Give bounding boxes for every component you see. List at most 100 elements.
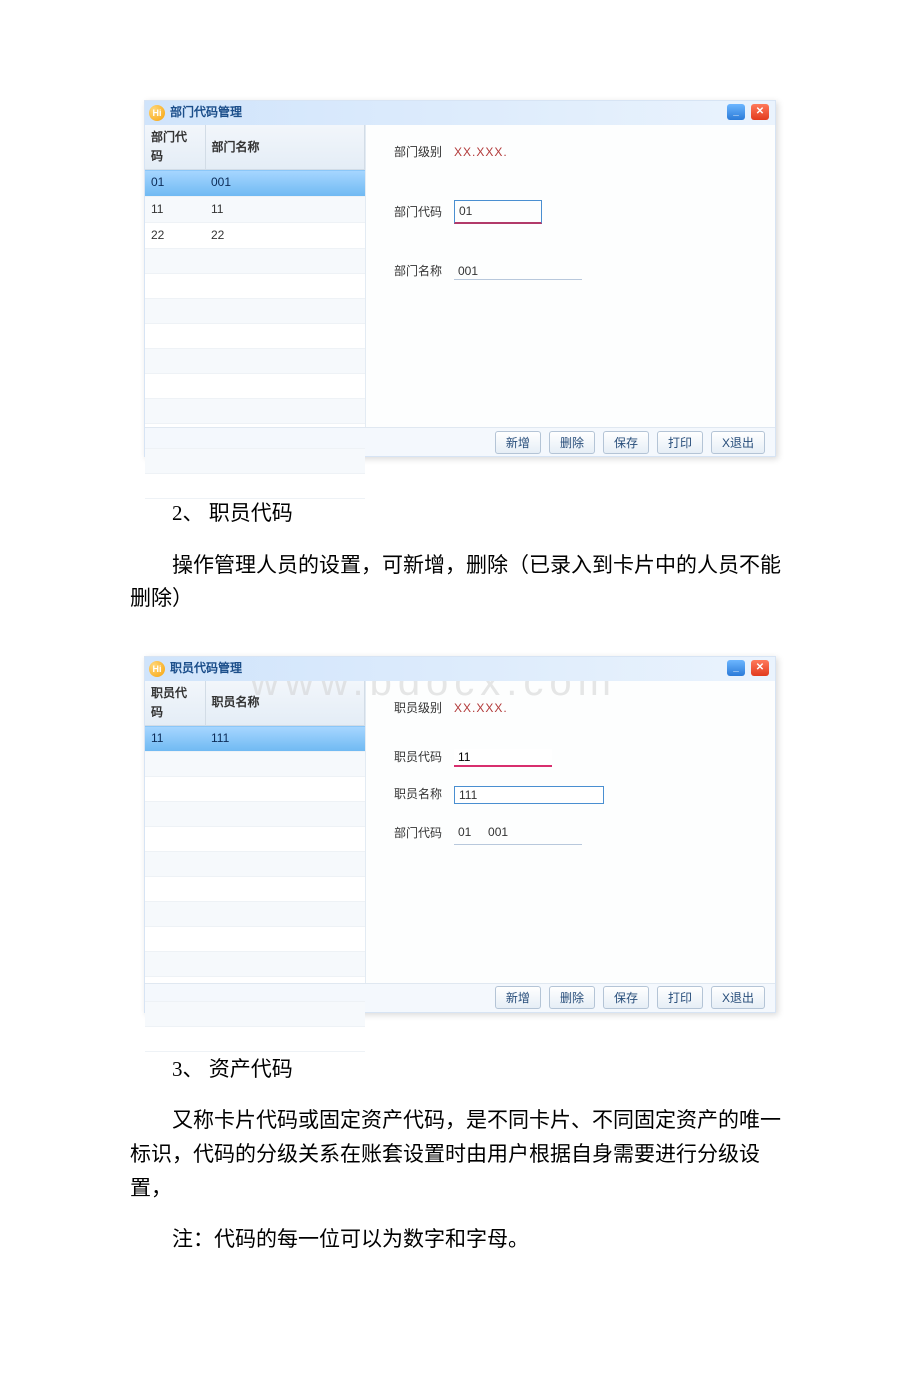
table-row[interactable] [145, 927, 365, 952]
cell-code [145, 1027, 205, 1052]
cell-name [205, 952, 365, 977]
cell-code [145, 373, 205, 398]
section-para-3: 又称卡片代码或固定资产代码，是不同卡片、不同固定资产的唯一标识，代码的分级关系在… [130, 1104, 790, 1205]
table-row[interactable] [145, 852, 365, 877]
titlebar: Hi 职员代码管理 _ ✕ [145, 657, 775, 681]
cell-name [205, 473, 365, 498]
col-code-header: 职员代码 [145, 681, 205, 726]
dept-level-label: 部门级别 [394, 143, 454, 162]
dept-name-label: 部门名称 [394, 262, 454, 281]
cell-name: 001 [205, 170, 365, 196]
cell-code [145, 298, 205, 323]
cell-name [205, 348, 365, 373]
cell-code [145, 827, 205, 852]
table-row[interactable] [145, 323, 365, 348]
cell-code [145, 348, 205, 373]
dept-table-panel: 部门代码 部门名称 0100111112222 [145, 125, 366, 427]
cell-code [145, 473, 205, 498]
hi-icon: Hi [149, 105, 165, 121]
table-row[interactable] [145, 752, 365, 777]
table-row[interactable]: 2222 [145, 222, 365, 248]
table-row[interactable] [145, 802, 365, 827]
table-row[interactable] [145, 248, 365, 273]
exit-button[interactable]: X退出 [711, 431, 765, 454]
save-button[interactable]: 保存 [603, 431, 649, 454]
cell-code [145, 423, 205, 448]
print-button[interactable]: 打印 [657, 431, 703, 454]
dept-table[interactable]: 部门代码 部门名称 0100111112222 [145, 125, 365, 499]
cell-name [205, 852, 365, 877]
dept-level-value: XX.XXX. [454, 143, 508, 162]
cell-code [145, 248, 205, 273]
table-row[interactable] [145, 977, 365, 1002]
dept-code-window: Hi 部门代码管理 _ ✕ 部门代码 部门名称 0100111112222 [144, 100, 776, 457]
cell-name [205, 827, 365, 852]
minimize-button[interactable]: _ [727, 660, 745, 676]
cell-code [145, 323, 205, 348]
table-row[interactable] [145, 348, 365, 373]
cell-name: 111 [205, 726, 365, 752]
table-row[interactable] [145, 877, 365, 902]
section-heading-2: 2、 职员代码 [130, 497, 790, 531]
staff-level-label: 职员级别 [394, 699, 454, 718]
cell-code [145, 752, 205, 777]
table-row[interactable]: 1111 [145, 196, 365, 222]
window-title: 部门代码管理 [170, 103, 242, 122]
table-row[interactable] [145, 448, 365, 473]
dept-form-panel: 部门级别 XX.XXX. 部门代码 01 部门名称 [366, 125, 775, 427]
staff-code-window: Hi 职员代码管理 _ ✕ 职员代码 职员名称 [144, 656, 776, 1013]
cell-name [205, 323, 365, 348]
exit-button[interactable]: X退出 [711, 986, 765, 1009]
delete-button[interactable]: 删除 [549, 431, 595, 454]
cell-code [145, 927, 205, 952]
table-row[interactable] [145, 952, 365, 977]
close-button[interactable]: ✕ [751, 104, 769, 120]
cell-name [205, 877, 365, 902]
dept-code-input[interactable]: 01 [454, 200, 542, 224]
hi-icon: Hi [149, 661, 165, 677]
staff-code-input[interactable] [454, 749, 552, 767]
table-row[interactable] [145, 1002, 365, 1027]
table-row[interactable] [145, 827, 365, 852]
cell-name [205, 1002, 365, 1027]
print-button[interactable]: 打印 [657, 986, 703, 1009]
staff-dept-value[interactable]: 01 001 [454, 822, 582, 844]
table-row[interactable] [145, 473, 365, 498]
cell-name [205, 373, 365, 398]
table-row[interactable] [145, 398, 365, 423]
save-button[interactable]: 保存 [603, 986, 649, 1009]
section-note-3: 注：代码的每一位可以为数字和字母。 [130, 1223, 790, 1257]
dept-name-input[interactable] [454, 263, 582, 280]
table-row[interactable] [145, 423, 365, 448]
cell-code: 01 [145, 170, 205, 196]
table-row[interactable] [145, 373, 365, 398]
cell-name [205, 248, 365, 273]
cell-code: 22 [145, 222, 205, 248]
cell-code [145, 902, 205, 927]
table-row[interactable]: 01001 [145, 170, 365, 196]
table-row[interactable] [145, 777, 365, 802]
staff-name-input[interactable] [454, 786, 604, 804]
cell-name [205, 777, 365, 802]
staff-table[interactable]: 职员代码 职员名称 11111 [145, 681, 365, 1053]
table-row[interactable] [145, 298, 365, 323]
staff-level-value: XX.XXX. [454, 699, 508, 718]
cell-code: 11 [145, 726, 205, 752]
cell-name [205, 802, 365, 827]
table-row[interactable] [145, 1027, 365, 1052]
table-row[interactable] [145, 273, 365, 298]
cell-name: 11 [205, 196, 365, 222]
cell-name: 22 [205, 222, 365, 248]
minimize-button[interactable]: _ [727, 104, 745, 120]
add-button[interactable]: 新增 [495, 431, 541, 454]
staff-code-label: 职员代码 [394, 748, 454, 767]
delete-button[interactable]: 删除 [549, 986, 595, 1009]
cell-name [205, 273, 365, 298]
cell-code [145, 852, 205, 877]
add-button[interactable]: 新增 [495, 986, 541, 1009]
table-row[interactable] [145, 902, 365, 927]
table-row[interactable]: 11111 [145, 726, 365, 752]
close-button[interactable]: ✕ [751, 660, 769, 676]
col-name-header: 部门名称 [205, 125, 365, 170]
col-name-header: 职员名称 [205, 681, 365, 726]
